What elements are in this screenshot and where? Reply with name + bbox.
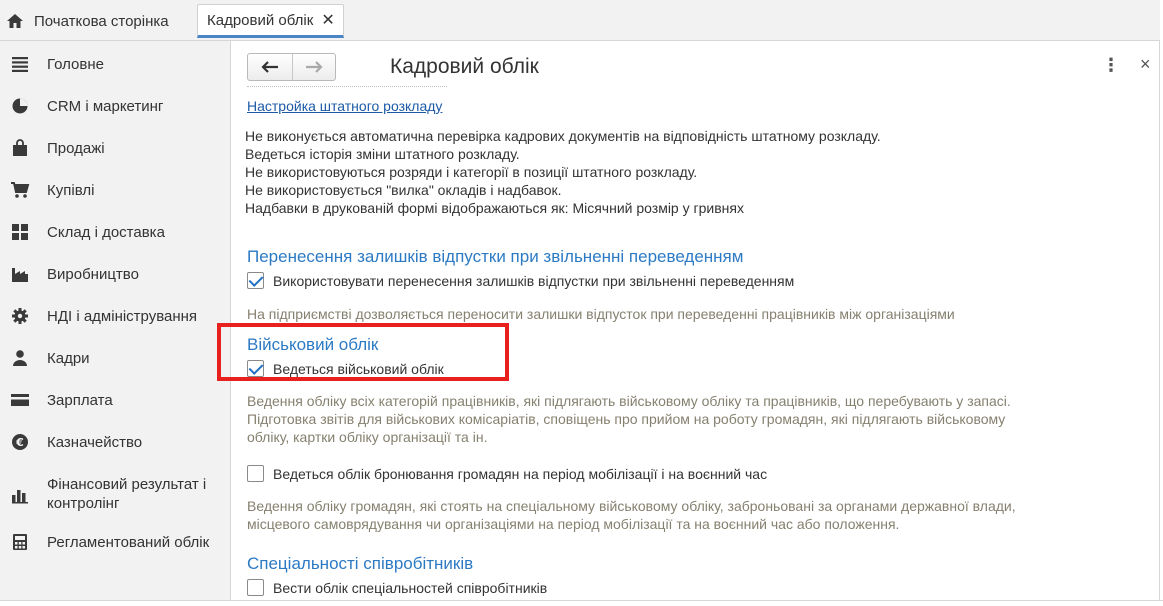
tab-close-icon[interactable]: ✕ [321,10,334,30]
staffing-info-line: Не використовуються розряди і категорії … [245,164,698,180]
reservation-note-line: Ведення обліку громадян, які стоять на с… [247,498,1016,514]
specialties-checkbox[interactable]: Вести облік спеціальностей співробітникі… [247,579,547,596]
checkbox-label: Вести облік спеціальностей співробітникі… [273,579,548,596]
tab-bar: Початкова сторінка Кадровий облік ✕ [0,0,1160,41]
more-actions-icon[interactable]: ⋮ [1102,55,1120,76]
sidebar-item-regulatory[interactable]: Регламентований облік [0,532,231,552]
section-title-vacation-transfer: Перенесення залишків відпустки при звіль… [247,247,744,266]
person-icon [10,348,30,368]
checkbox-unchecked-icon[interactable] [247,579,264,596]
sidebar-item-finance[interactable]: Фінансовий результат і контролінг [0,475,231,513]
staffing-info-line: Не використовується "вилка" окладів і на… [245,182,562,198]
staffing-info-line: Надбавки в друкованій формі відображають… [245,200,744,216]
section-title-specialties: Спеціальності співробітників [247,554,474,573]
pie-chart-icon [10,96,30,116]
menu-icon [10,54,30,74]
navigation-buttons [247,53,336,81]
checkbox-label: Ведеться облік бронювання громадян на пе… [273,465,768,482]
sidebar-item-label: Казначейство [47,433,143,451]
back-button[interactable] [248,54,292,80]
page-title: Кадровий облік [390,55,539,78]
tab-hr-accounting[interactable]: Кадровий облік ✕ [197,4,344,38]
shopping-bag-icon [10,138,30,158]
staffing-info-line: Не виконується автоматична перевірка кад… [245,128,881,144]
tab-hr-accounting-label: Кадровий облік [207,11,314,29]
sidebar-item-label: Продажі [47,139,105,157]
sidebar-item-purchases[interactable]: Купівлі [0,180,231,200]
treasury-coin-icon: € [10,432,30,452]
wallet-card-icon [10,390,30,410]
sidebar-item-label: Фінансовий результат і контролінг [47,476,207,512]
sidebar-item-label: Купівлі [47,181,95,199]
sidebar-item-label: Головне [47,55,104,73]
military-note-line: обліку, картки обліку організації та ін. [247,429,488,445]
vacation-transfer-checkbox[interactable]: Використовувати перенесення залишків від… [247,272,794,289]
gear-icon [10,306,30,326]
sidebar-item-label: Зарплата [47,391,113,409]
military-note-line: Підготовка звітів для військових комісар… [247,411,1006,427]
sidebar-item-label: Кадри [47,349,90,367]
home-icon [6,12,24,30]
bottom-border [0,600,1163,606]
checkbox-checked-icon[interactable] [247,272,264,289]
sidebar-item-hr[interactable]: Кадри [0,348,231,368]
tab-home-label: Початкова сторінка [34,12,169,30]
staffing-info-line: Ведеться історія зміни штатного розкладу… [245,146,520,162]
military-note: Ведення обліку всіх категорій працівникі… [247,392,1127,446]
sidebar-item-treasury[interactable]: € Казначейство [0,432,231,452]
bar-chart-icon [10,485,30,505]
sidebar-item-label: НДІ і адміністрування [47,307,198,325]
vacation-transfer-note: На підприємстві дозволяється переносити … [247,306,955,322]
close-form-icon[interactable]: × [1140,54,1151,75]
sidebar-item-main[interactable]: Головне [0,54,231,74]
sidebar-item-sales[interactable]: Продажі [0,138,231,158]
scroll-divider [247,86,447,92]
reservation-note: Ведення обліку громадян, які стоять на с… [247,497,1127,533]
checkbox-label: Використовувати перенесення залишків від… [273,272,795,289]
sidebar: Головне CRM і маркетинг Продажі Купівлі … [0,41,231,606]
sidebar-item-warehouse[interactable]: Склад і доставка [0,222,231,242]
warehouse-grid-icon [10,222,30,242]
sidebar-item-label: Регламентований облік [47,533,210,551]
sidebar-item-label: Склад і доставка [47,223,165,241]
forward-button[interactable] [291,54,336,80]
highlight-frame [217,323,509,381]
sidebar-item-salary[interactable]: Зарплата [0,390,231,410]
factory-icon [10,264,30,284]
staffing-settings-link[interactable]: Настройка штатного розкладу [247,98,442,114]
reservation-checkbox[interactable]: Ведеться облік бронювання громадян на пе… [247,465,767,482]
sidebar-item-label: Виробництво [47,265,139,283]
checkbox-unchecked-icon[interactable] [247,465,264,482]
sidebar-item-production[interactable]: Виробництво [0,264,231,284]
reservation-note-line: місцевого самоврядування чи організаціям… [247,516,900,532]
calculator-icon [10,532,30,552]
tab-home[interactable]: Початкова сторінка [2,4,194,38]
svg-text:€: € [15,436,24,449]
staffing-info: Не виконується автоматична перевірка кад… [245,127,881,217]
military-note-line: Ведення обліку всіх категорій працівникі… [247,393,1011,409]
sidebar-item-admin[interactable]: НДІ і адміністрування [0,306,231,326]
sidebar-item-label: CRM і маркетинг [47,97,164,115]
sidebar-item-crm[interactable]: CRM і маркетинг [0,96,231,116]
shopping-cart-icon [10,180,30,200]
